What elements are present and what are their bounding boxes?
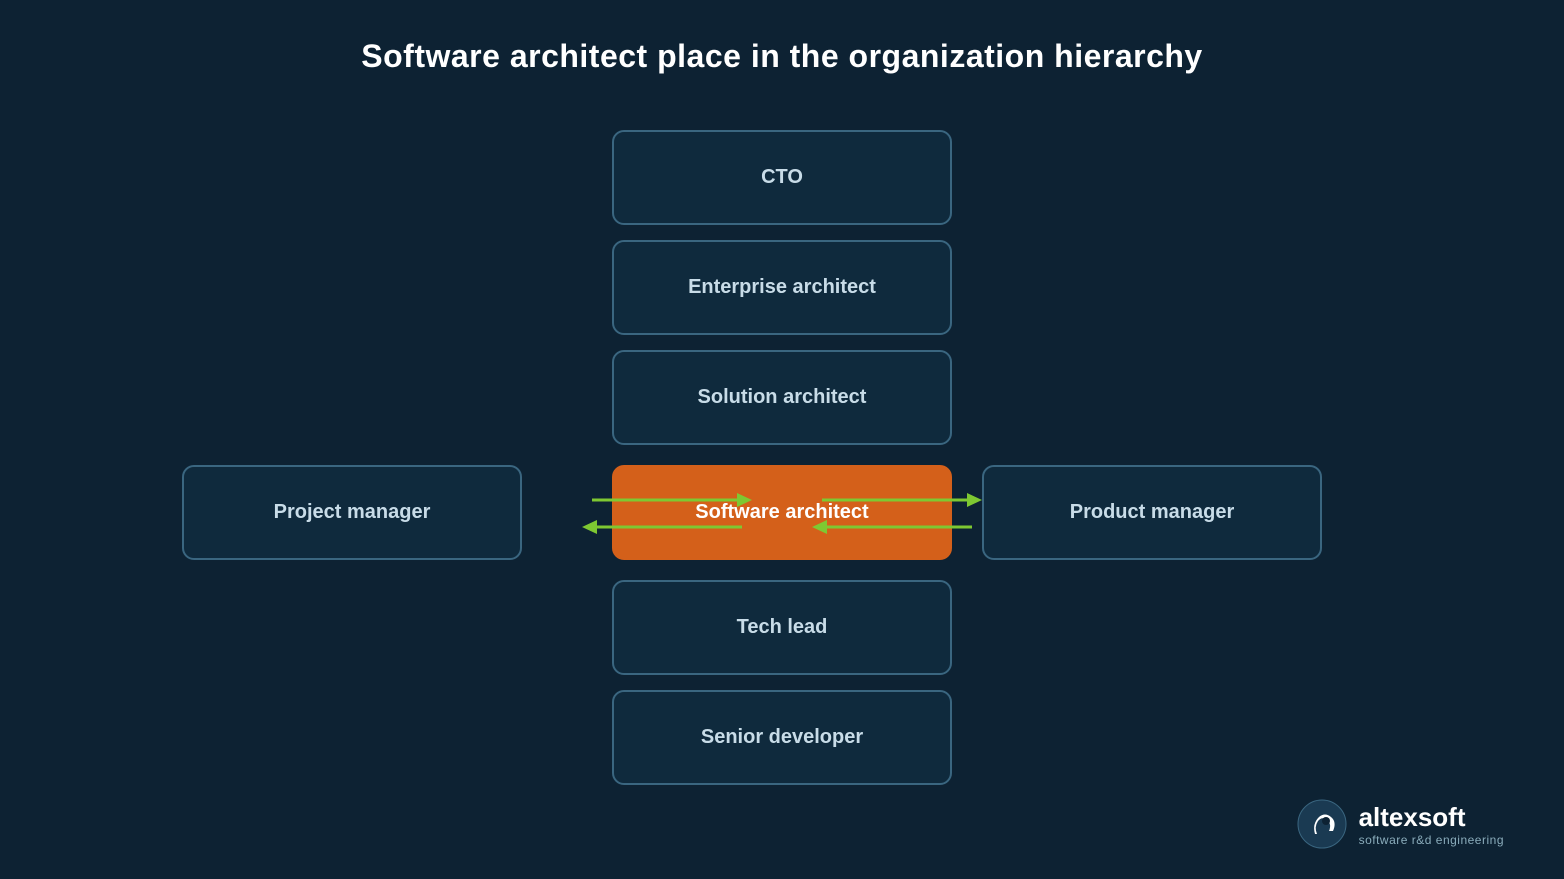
box-techlead: Tech lead	[612, 580, 952, 675]
right-arrow-area	[812, 465, 982, 560]
right-arrows-svg	[812, 465, 982, 560]
box-senior: Senior developer	[612, 690, 952, 785]
logo-name: altexsoft	[1359, 802, 1504, 833]
altexsoft-logo-icon	[1297, 799, 1347, 849]
box-enterprise: Enterprise architect	[612, 240, 952, 335]
box-solution: Solution architect	[612, 350, 952, 445]
logo-area: altexsoft software r&d engineering	[1297, 799, 1504, 849]
box-product: Product manager	[982, 465, 1322, 560]
logo-tagline: software r&d engineering	[1359, 833, 1504, 847]
page-title: Software architect place in the organiza…	[0, 0, 1564, 75]
left-arrows-svg	[582, 465, 752, 560]
left-arrow-area	[582, 465, 752, 560]
diagram-container: CTO Enterprise architect Solution archit…	[0, 100, 1564, 879]
diagram-inner: CTO Enterprise architect Solution archit…	[182, 110, 1382, 870]
logo-text-block: altexsoft software r&d engineering	[1359, 802, 1504, 847]
box-cto: CTO	[612, 130, 952, 225]
box-project: Project manager	[182, 465, 522, 560]
